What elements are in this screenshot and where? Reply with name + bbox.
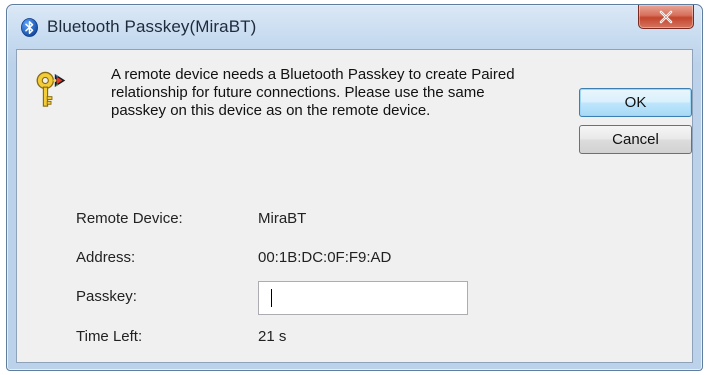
remote-device-value: MiraBT <box>258 210 307 227</box>
address-value: 00:1B:DC:0F:F9:AD <box>258 249 392 266</box>
window-title: Bluetooth Passkey(MiraBT) <box>47 17 257 36</box>
remote-device-label: Remote Device: <box>76 210 183 227</box>
title-bar[interactable]: Bluetooth Passkey(MiraBT) <box>7 5 702 49</box>
passkey-dialog: Bluetooth Passkey(MiraBT) A remote devic… <box>6 4 703 371</box>
cancel-button[interactable]: Cancel <box>579 125 692 154</box>
dialog-body: A remote device needs a Bluetooth Passke… <box>16 49 693 363</box>
key-icon <box>36 71 66 107</box>
message-line: passkey on this device as on the remote … <box>111 102 431 119</box>
passkey-label: Passkey: <box>76 288 137 305</box>
address-label: Address: <box>76 249 136 266</box>
text-caret <box>271 289 272 307</box>
message-line: relationship for future connections. Ple… <box>111 84 485 101</box>
ok-button[interactable]: OK <box>579 88 692 117</box>
message-line: A remote device needs a Bluetooth Passke… <box>111 66 515 83</box>
passkey-input[interactable] <box>258 281 468 315</box>
bluetooth-icon <box>21 18 38 37</box>
close-button[interactable] <box>638 5 694 29</box>
message-text: A remote device needs a Bluetooth Passke… <box>111 66 581 120</box>
close-x-icon <box>659 10 673 23</box>
time-left-value: 21 s <box>258 328 287 345</box>
time-left-label: Time Left: <box>76 328 143 345</box>
